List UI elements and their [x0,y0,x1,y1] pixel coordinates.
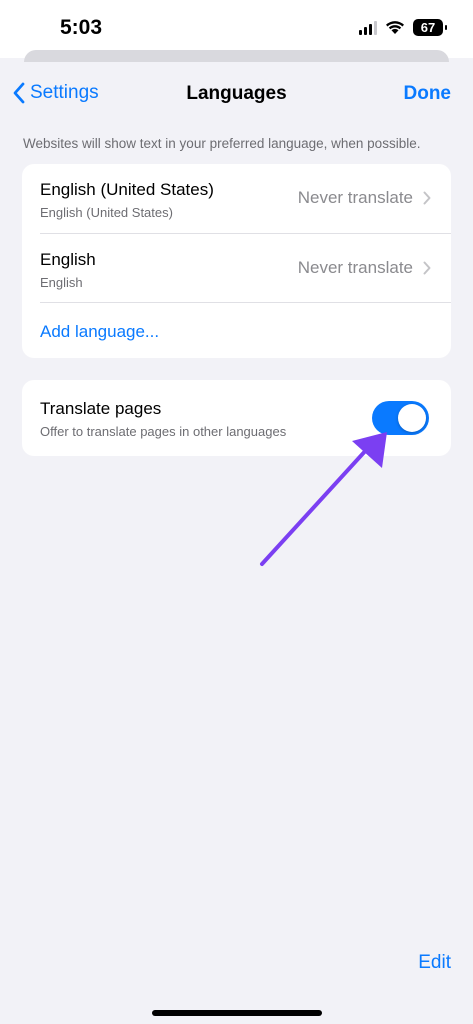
language-subtitle: English [40,275,83,290]
battery-icon: 67 [413,19,447,36]
status-icons: 67 [359,19,447,36]
status-time: 5:03 [60,16,103,39]
wifi-icon [386,21,404,34]
translate-pages-subtitle: Offer to translate pages in other langua… [40,424,287,439]
chevron-right-icon [423,261,431,275]
translate-setting-label: Never translate [297,258,413,277]
languages-sheet: Settings Languages Done Websites will sh… [0,62,473,1024]
language-row[interactable]: English (United States) English (United … [22,164,451,233]
translate-setting: Never translate [298,188,431,208]
add-language-row: Add language... [40,302,451,358]
translate-setting-label: Never translate [297,188,413,207]
cellular-signal-icon [359,20,377,35]
navigation-bar: Settings Languages Done [0,62,473,126]
language-row[interactable]: English English Never translate [40,233,451,302]
page-title: Languages [186,83,287,104]
chevron-right-icon [423,191,431,205]
language-name: English (United States) [40,180,214,199]
translate-pages-toggle[interactable] [372,401,429,435]
translate-pages-title: Translate pages [40,399,162,418]
toggle-knob [398,404,426,432]
section-hint: Websites will show text in your preferre… [23,136,421,151]
home-indicator[interactable] [152,1010,322,1016]
language-list: English (United States) English (United … [22,164,451,358]
language-subtitle: English (United States) [40,205,173,220]
language-name: English [40,250,96,269]
add-language-button[interactable]: Add language... [40,322,159,342]
edit-button[interactable]: Edit [418,952,451,974]
done-button[interactable]: Done [404,83,452,105]
translate-pages-card: Translate pages Offer to translate pages… [22,380,451,456]
phone-screen: { "status_bar": { "time": "5:03", "batte… [0,0,473,1024]
translate-setting: Never translate [298,258,431,278]
